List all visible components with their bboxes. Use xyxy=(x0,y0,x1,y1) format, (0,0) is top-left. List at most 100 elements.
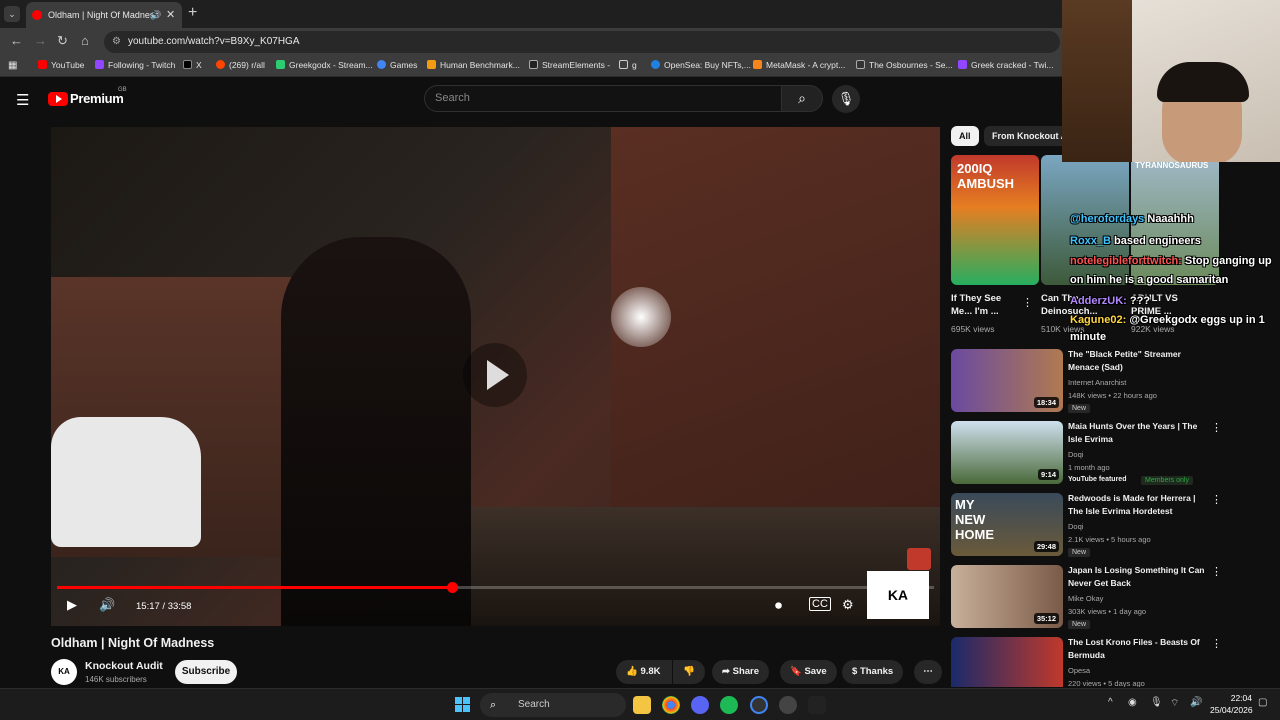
thumbs-up-icon: 👍 xyxy=(626,666,641,677)
menu-hamburger-icon[interactable]: ☰ xyxy=(16,91,29,109)
browser-tab-active[interactable]: Oldham | Night Of Madness 🔊 ✕ xyxy=(26,2,182,28)
microphone-tray-icon[interactable]: 🎙 xyxy=(1150,697,1163,708)
settings-gear-icon[interactable]: ⚙ xyxy=(842,597,854,613)
subscribe-watermark-icon[interactable] xyxy=(907,548,931,570)
tab-search-button[interactable]: ⌄ xyxy=(4,6,20,22)
shorts-title[interactable]: If They See Me... I'm ... xyxy=(951,292,1021,318)
channel-name[interactable]: Mike Okay xyxy=(1068,594,1103,603)
obs-icon[interactable] xyxy=(779,696,797,714)
taskbar-search[interactable]: ⌕ Search xyxy=(480,693,626,717)
voice-search-button[interactable]: 🎙 xyxy=(832,85,860,113)
bookmark-opensea[interactable]: OpenSea: Buy NFTs,... xyxy=(651,60,751,70)
taskbar-clock[interactable]: 22:04 25/04/2026 xyxy=(1210,692,1253,716)
video-player[interactable]: KA ▶ 🔊 15:17 / 33:58 ⏺ CC ⚙ ▭ ⛶ xyxy=(51,127,940,626)
video-title[interactable]: Redwoods is Made for Herrera | The Isle … xyxy=(1068,492,1213,518)
video-title[interactable]: Maia Hunts Over the Years | The Isle Evr… xyxy=(1068,420,1213,446)
search-input[interactable]: Search xyxy=(424,85,782,112)
channel-name[interactable]: Doqi xyxy=(1068,522,1083,531)
recommended-video[interactable]: MY NEW HOME 29:48 Redwoods is Made for H… xyxy=(951,493,1271,557)
bookmark-osbournes[interactable]: The Osbournes - Se... xyxy=(856,60,953,70)
video-title[interactable]: Japan Is Losing Something It Can Never G… xyxy=(1068,564,1213,590)
autoplay-toggle-icon[interactable]: ⏺ xyxy=(775,597,782,614)
dislike-button[interactable]: 👎 xyxy=(673,660,705,684)
channel-name[interactable]: Doqi xyxy=(1068,450,1083,459)
recommended-video[interactable]: 9:14 Maia Hunts Over the Years | The Isl… xyxy=(951,421,1271,485)
video-thumbnail[interactable]: MY NEW HOME 29:48 xyxy=(951,493,1063,556)
like-count: 9.8K xyxy=(640,666,661,677)
channel-name[interactable]: Internet Anarchist xyxy=(1068,378,1126,387)
tray-overflow-icon[interactable]: ^ xyxy=(1108,697,1113,708)
recommended-video[interactable]: 35:12 Japan Is Losing Something It Can N… xyxy=(951,565,1271,629)
bookmark-x[interactable]: X xyxy=(183,60,202,70)
channel-name[interactable]: Knockout Audit xyxy=(85,660,163,672)
bookmark-games[interactable]: Games xyxy=(377,60,417,70)
file-explorer-icon[interactable] xyxy=(633,696,651,714)
video-title[interactable]: The "Black Petite" Streamer Menace (Sad) xyxy=(1068,348,1213,374)
bookmark-human-benchmark[interactable]: Human Benchmark... xyxy=(427,60,520,70)
chrome-dev-icon[interactable] xyxy=(750,696,768,714)
big-play-button[interactable] xyxy=(463,343,527,407)
address-bar[interactable]: ⚙ youtube.com/watch?v=B9Xy_K07HGA xyxy=(104,31,1060,53)
video-thumbnail[interactable]: 18:34 xyxy=(951,349,1063,412)
fullscreen-icon[interactable]: ⛶ xyxy=(906,597,915,613)
bookmark-greek-cracked[interactable]: Greek cracked - Twi... xyxy=(958,60,1054,70)
discord-icon[interactable] xyxy=(691,696,709,714)
more-vertical-icon[interactable]: ⋮ xyxy=(1022,296,1033,309)
reload-icon[interactable]: ↻ xyxy=(57,33,68,49)
search-button[interactable]: ⌕ xyxy=(781,85,823,112)
channel-avatar[interactable]: KA xyxy=(51,659,77,685)
network-tray-icon[interactable]: ◉ xyxy=(1128,697,1137,708)
video-thumbnail[interactable]: 35:12 xyxy=(951,565,1063,628)
thumb-text: MY NEW HOME xyxy=(955,497,994,542)
like-button[interactable]: 👍 9.8K xyxy=(616,660,672,684)
video-title[interactable]: The Lost Krono Files - Beasts Of Bermuda xyxy=(1068,637,1213,662)
shorts-thumbnail[interactable]: 200IQ AMBUSH xyxy=(951,155,1039,285)
progress-bar[interactable] xyxy=(57,582,934,593)
more-vertical-icon[interactable]: ⋮ xyxy=(1211,565,1222,578)
back-arrow-icon[interactable]: ← xyxy=(10,33,23,48)
video-duration: 9:14 xyxy=(1037,469,1059,480)
bookmark-greekgodx[interactable]: Greekgodx - Stream... xyxy=(276,60,373,70)
spotify-icon[interactable] xyxy=(720,696,738,714)
apps-grid-icon[interactable]: ▦ xyxy=(8,60,17,71)
chrome-icon[interactable] xyxy=(662,696,680,714)
subscribe-button[interactable]: Subscribe xyxy=(175,660,237,684)
new-tab-button[interactable]: + xyxy=(188,4,197,22)
bookmark-streamelements[interactable]: StreamElements - xyxy=(529,60,610,70)
bookmark-twitch[interactable]: Following - Twitch xyxy=(95,60,175,70)
thanks-button[interactable]: $ Thanks xyxy=(842,660,904,684)
captions-icon[interactable]: CC xyxy=(809,597,831,611)
bookmark-folder-g[interactable]: g xyxy=(619,60,637,70)
channel-name[interactable]: Opesa xyxy=(1068,666,1090,675)
close-tab-icon[interactable]: ✕ xyxy=(166,2,175,28)
recommended-video[interactable]: 18:34 The "Black Petite" Streamer Menace… xyxy=(951,349,1271,413)
video-thumbnail[interactable] xyxy=(951,637,1063,687)
save-button[interactable]: 🔖 Save xyxy=(780,660,837,684)
windows-start-icon[interactable] xyxy=(455,697,471,713)
progress-scrubber[interactable] xyxy=(446,582,458,593)
volume-icon[interactable]: 🔊 xyxy=(99,597,115,613)
tab-title: Oldham | Night Of Madness xyxy=(48,10,159,20)
share-button[interactable]: ➦ Share xyxy=(712,660,770,684)
play-icon[interactable]: ▶ xyxy=(67,597,77,613)
search-icon: ⌕ xyxy=(490,699,497,711)
more-vertical-icon[interactable]: ⋮ xyxy=(1211,493,1222,506)
volume-tray-icon[interactable]: 🔊 xyxy=(1190,697,1202,708)
miniplayer-icon[interactable]: ▭ xyxy=(874,597,886,613)
home-icon[interactable]: ⌂ xyxy=(81,33,89,48)
video-thumbnail[interactable]: 9:14 xyxy=(951,421,1063,484)
more-vertical-icon[interactable]: ⋮ xyxy=(1211,637,1222,650)
forward-arrow-icon[interactable]: → xyxy=(34,33,47,48)
more-vertical-icon[interactable]: ⋮ xyxy=(1211,421,1222,434)
chip-all[interactable]: All xyxy=(951,126,979,146)
site-info-icon[interactable]: ⚙ xyxy=(112,31,121,53)
bookmark-youtube[interactable]: YouTube xyxy=(38,60,84,70)
more-actions-button[interactable]: ⋯ xyxy=(914,660,942,684)
speaker-icon[interactable]: 🔊 xyxy=(150,2,161,28)
notifications-icon[interactable]: ▢ xyxy=(1258,697,1267,708)
bookmark-metamask[interactable]: MetaMask - A crypt... xyxy=(753,60,845,70)
app-icon[interactable] xyxy=(808,696,826,714)
wifi-tray-icon[interactable]: ⌔ xyxy=(1170,697,1179,710)
recommended-video[interactable]: The Lost Krono Files - Beasts Of Bermuda… xyxy=(951,637,1271,687)
bookmark-reddit[interactable]: (269) r/all xyxy=(216,60,265,70)
